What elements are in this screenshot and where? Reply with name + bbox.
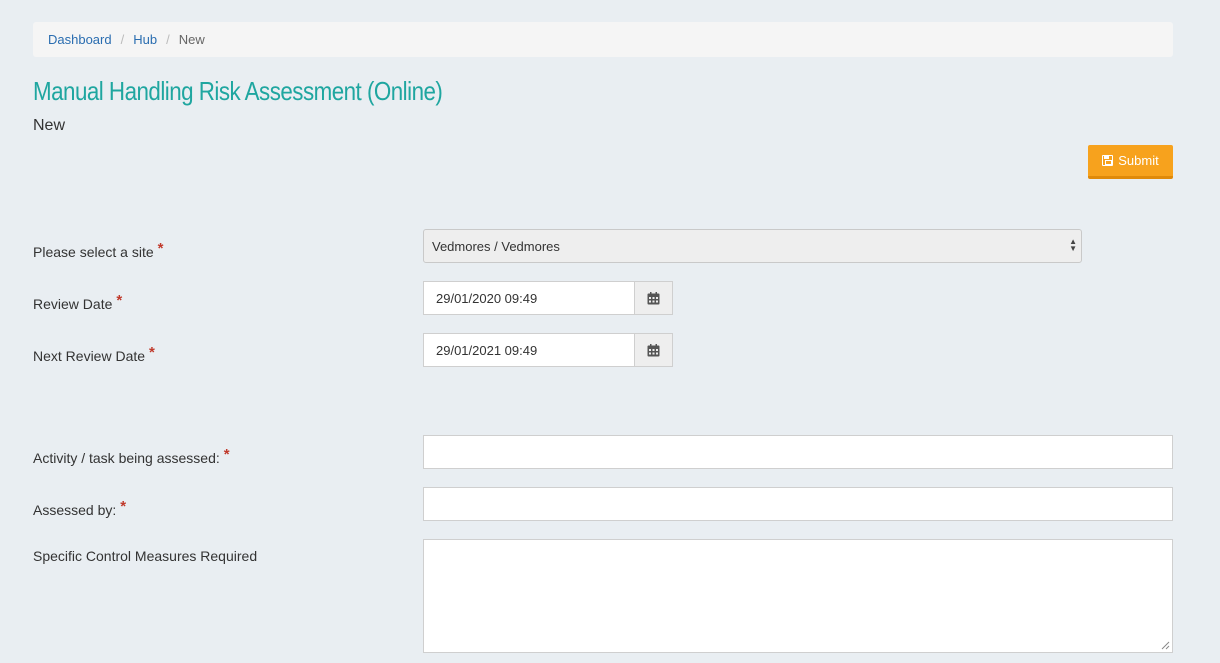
page-title: Manual Handling Risk Assessment (Online) <box>33 76 443 106</box>
review-date-group: 29/01/2020 09:49 <box>423 281 673 315</box>
breadcrumb-hub-link[interactable]: Hub <box>133 32 157 47</box>
control-measures-label: Specific Control Measures Required <box>33 548 258 564</box>
activity-label-text: Activity / task being assessed: <box>33 450 220 466</box>
assessed-by-input[interactable] <box>423 487 1173 521</box>
calendar-icon <box>647 291 660 304</box>
next-review-date-picker-button[interactable] <box>634 333 673 367</box>
assessed-by-label: Assessed by: * <box>33 498 126 519</box>
required-marker: * <box>157 240 164 257</box>
site-select-value: Vedmores / Vedmores <box>432 238 560 254</box>
page-subtitle: New <box>33 117 66 134</box>
breadcrumb-separator: / <box>166 32 170 47</box>
assessed-by-label-text: Assessed by: <box>33 502 117 518</box>
next-review-date-label-text: Next Review Date <box>33 348 146 364</box>
submit-button[interactable]: Submit <box>1088 145 1173 179</box>
activity-label: Activity / task being assessed: * <box>33 446 230 467</box>
breadcrumb-separator: / <box>120 32 125 47</box>
review-date-picker-button[interactable] <box>634 281 673 315</box>
control-measures-textarea[interactable] <box>423 539 1173 653</box>
activity-input[interactable] <box>423 435 1173 469</box>
review-date-label-text: Review Date <box>33 296 113 312</box>
required-marker: * <box>149 344 155 361</box>
calendar-icon <box>647 343 660 356</box>
save-icon <box>1102 155 1114 166</box>
site-select[interactable]: Vedmores / Vedmores ▲ ▼ <box>423 229 1082 263</box>
breadcrumb-current: New <box>178 32 205 47</box>
required-marker: * <box>116 292 123 309</box>
review-date-input[interactable]: 29/01/2020 09:49 <box>423 281 634 315</box>
site-label-text: Please select a site <box>33 244 154 260</box>
breadcrumb-dashboard-link[interactable]: Dashboard <box>48 32 112 47</box>
required-marker: * <box>223 446 230 463</box>
breadcrumb: Dashboard / Hub / New <box>33 22 1173 57</box>
next-review-date-input[interactable]: 29/01/2021 09:49 <box>423 333 634 367</box>
submit-button-label: Submit <box>1118 153 1159 168</box>
site-label: Please select a site * <box>33 240 163 261</box>
review-date-label: Review Date * <box>33 292 122 313</box>
resize-handle-icon[interactable] <box>1161 641 1170 650</box>
next-review-date-label: Next Review Date * <box>33 344 155 365</box>
required-marker: * <box>120 498 127 515</box>
next-review-date-group: 29/01/2021 09:49 <box>423 333 673 367</box>
select-arrows-icon: ▲ ▼ <box>1069 237 1077 253</box>
